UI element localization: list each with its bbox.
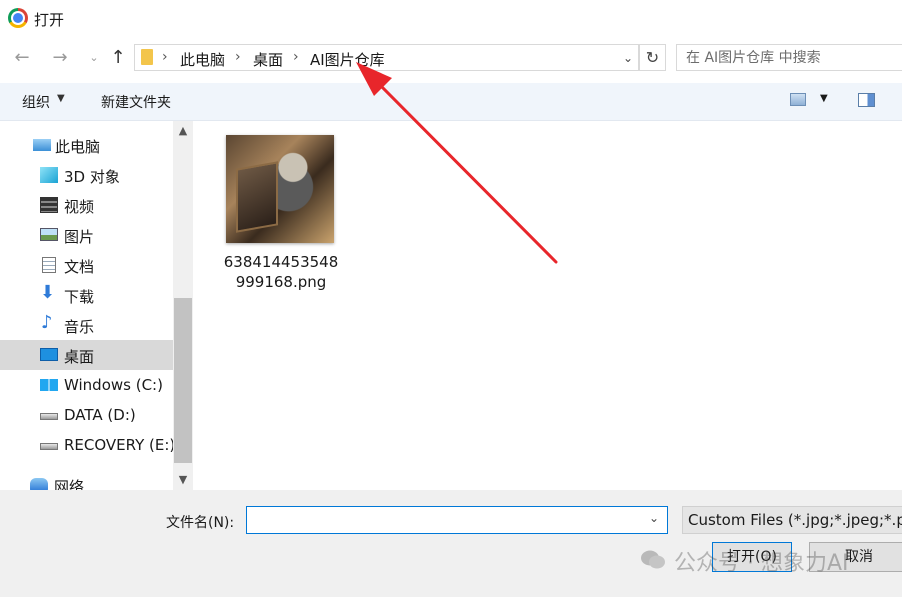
- refresh-icon[interactable]: ↻: [639, 44, 666, 71]
- nav-item-label: 桌面: [64, 348, 95, 366]
- nav-item-label: Windows (C:): [64, 376, 163, 394]
- filename-label: 文件名(N):: [166, 515, 235, 531]
- windows-drive-icon: [40, 379, 58, 391]
- nav-item-this-pc[interactable]: 此电脑: [0, 130, 173, 160]
- nav-item-label: 文档: [64, 258, 95, 276]
- image-thumbnail[interactable]: [226, 135, 334, 243]
- thumbnail-art: [236, 161, 278, 233]
- file-list: 638414453548999168.png: [193, 121, 902, 490]
- nav-item-label: 此电脑: [55, 138, 101, 156]
- watermark-text: 公众号 · 想象力AI: [674, 551, 849, 576]
- search-box[interactable]: [676, 44, 902, 71]
- nav-item-windows-c[interactable]: Windows (C:): [0, 370, 173, 400]
- filetype-select[interactable]: Custom Files (*.jpg;*.jpeg;*.p: [682, 506, 902, 534]
- caret-down-icon[interactable]: ▼: [820, 93, 828, 104]
- address-bar[interactable]: › 此电脑 › 桌面 › AI图片仓库 ⌄: [134, 44, 639, 71]
- music-icon: ♪: [41, 312, 53, 333]
- nav-scrollbar[interactable]: ▲ ▼: [173, 121, 193, 490]
- scroll-up-icon[interactable]: ▲: [173, 121, 193, 141]
- nav-item-label: 图片: [64, 228, 95, 246]
- desktop-icon: [40, 348, 58, 361]
- filetype-value: Custom Files (*.jpg;*.jpeg;*.p: [688, 511, 902, 529]
- video-icon: [40, 197, 58, 213]
- nav-item-data-d[interactable]: DATA (D:): [0, 400, 173, 430]
- up-arrow-icon[interactable]: ↑: [106, 46, 130, 70]
- navigation-pane: 此电脑 3D 对象 视频 图片 文档 ⬇ 下载 ♪ 音乐 桌面 Windows …: [0, 121, 173, 490]
- network-icon: [30, 478, 48, 490]
- title-bar: 打开: [0, 0, 902, 36]
- chevron-down-icon[interactable]: ⌄: [649, 511, 659, 525]
- search-input[interactable]: [677, 45, 902, 70]
- breadcrumb-separator: ›: [293, 49, 299, 65]
- nav-item-network[interactable]: 网络: [0, 470, 173, 490]
- nav-item-documents[interactable]: 文档: [0, 250, 173, 280]
- pictures-icon: [40, 228, 58, 241]
- watermark: 公众号 · 想象力AI: [640, 541, 900, 577]
- forward-arrow-icon[interactable]: →: [48, 46, 72, 70]
- nav-item-desktop[interactable]: 桌面: [0, 340, 173, 370]
- nav-item-3d-objects[interactable]: 3D 对象: [0, 160, 173, 190]
- nav-item-label: 3D 对象: [64, 168, 120, 186]
- folder-icon: [141, 49, 153, 65]
- preview-pane-icon[interactable]: [858, 93, 875, 107]
- back-arrow-icon[interactable]: ←: [10, 46, 34, 70]
- organize-button[interactable]: 组织: [22, 92, 50, 112]
- documents-icon: [42, 257, 56, 273]
- drive-icon: [40, 413, 58, 420]
- nav-item-label: DATA (D:): [64, 406, 136, 424]
- chrome-icon: [8, 8, 28, 28]
- caret-down-icon[interactable]: ▼: [57, 93, 65, 104]
- nav-item-label: 音乐: [64, 318, 95, 336]
- nav-item-label: 网络: [54, 478, 85, 490]
- command-toolbar: 组织 ▼ 新建文件夹 ▼: [0, 83, 902, 121]
- breadcrumb-desktop[interactable]: 桌面: [253, 49, 283, 70]
- nav-item-label: 视频: [64, 198, 95, 216]
- nav-item-recovery-e[interactable]: RECOVERY (E:): [0, 430, 173, 460]
- nav-item-music[interactable]: ♪ 音乐: [0, 310, 173, 340]
- nav-item-pictures[interactable]: 图片: [0, 220, 173, 250]
- file-name[interactable]: 638414453548999168.png: [221, 252, 341, 292]
- nav-item-downloads[interactable]: ⬇ 下载: [0, 280, 173, 310]
- nav-item-videos[interactable]: 视频: [0, 190, 173, 220]
- nav-item-label: 下载: [64, 288, 95, 306]
- recent-locations-chevron-icon[interactable]: ⌄: [82, 46, 106, 70]
- nav-item-label: RECOVERY (E:): [64, 436, 173, 454]
- breadcrumb-separator: ›: [235, 49, 241, 65]
- 3d-objects-icon: [40, 167, 58, 183]
- breadcrumb-this-pc[interactable]: 此电脑: [180, 49, 225, 70]
- new-folder-button[interactable]: 新建文件夹: [101, 92, 171, 112]
- window-title: 打开: [34, 11, 65, 29]
- filename-combobox[interactable]: ⌄: [246, 506, 668, 534]
- drive-icon: [40, 443, 58, 450]
- breadcrumb-separator: ›: [162, 49, 168, 65]
- filename-input[interactable]: [247, 507, 642, 533]
- breadcrumb-ai-image-folder[interactable]: AI图片仓库: [310, 49, 385, 70]
- chevron-down-icon[interactable]: ⌄: [619, 48, 637, 68]
- download-icon: ⬇: [40, 282, 56, 303]
- scroll-down-icon[interactable]: ▼: [173, 470, 193, 490]
- change-view-icon[interactable]: [790, 93, 806, 106]
- wechat-logo-icon: [641, 550, 665, 569]
- computer-icon: [33, 139, 51, 151]
- scroll-thumb[interactable]: [174, 298, 192, 463]
